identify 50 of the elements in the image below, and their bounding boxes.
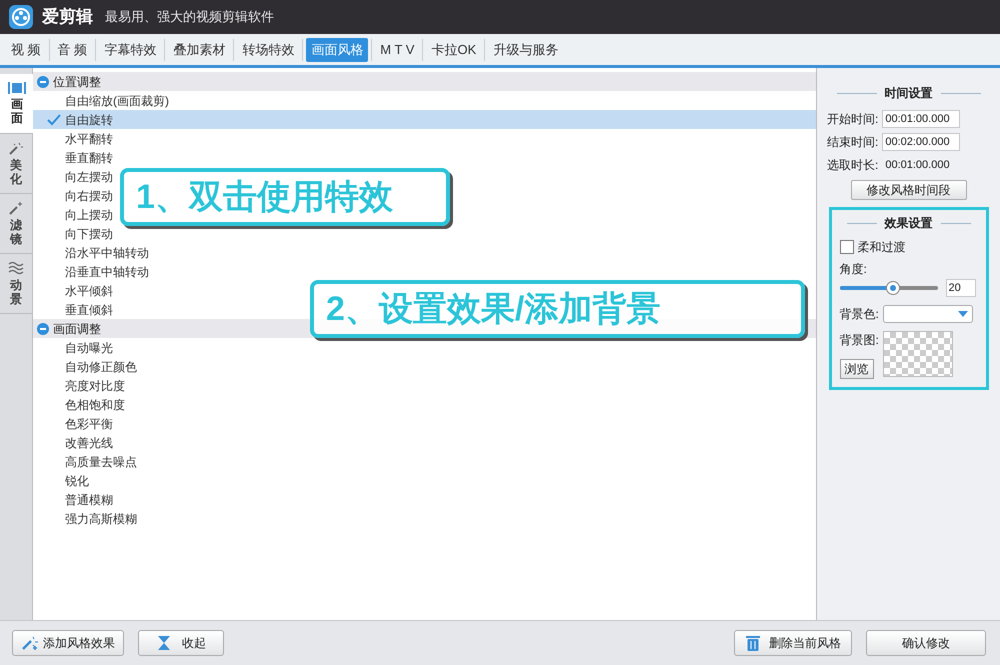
delete-style-button[interactable]: 删除当前风格: [734, 630, 852, 656]
effect-item[interactable]: 自由旋转: [33, 110, 816, 129]
annotation-tooltip: 1、双击使用特效: [120, 168, 450, 226]
tab[interactable]: 升级与服务: [488, 38, 564, 62]
browse-button[interactable]: 浏览: [840, 359, 874, 379]
collapse-button[interactable]: 收起: [138, 630, 224, 656]
field-label: 选取时长:: [827, 157, 878, 174]
collapse-icon: [37, 322, 49, 334]
hourglass-icon: [156, 635, 172, 651]
tab[interactable]: 视 频: [6, 38, 46, 62]
section-title: 时间设置: [884, 85, 932, 102]
start-time-field[interactable]: 00:01:00.000: [882, 110, 960, 128]
tab[interactable]: 字幕特效: [99, 38, 162, 62]
field-label: 背景色:: [840, 306, 879, 323]
checkbox-label: 柔和过渡: [858, 239, 906, 256]
magic-wand-icon: [21, 635, 39, 651]
checkmark-icon: [47, 114, 61, 126]
app-logo-icon: [8, 4, 34, 30]
confirm-button[interactable]: 确认修改: [866, 630, 986, 656]
background-image-preview: [882, 331, 953, 377]
tab[interactable]: 卡拉OK: [426, 38, 482, 62]
color-dropdown[interactable]: [882, 305, 973, 323]
dropdown-arrow-icon: [958, 311, 968, 317]
field-label: 背景图:: [840, 332, 879, 349]
tab[interactable]: 转场特效: [237, 38, 300, 62]
checkbox[interactable]: [840, 240, 854, 254]
annotation-tooltip: 2、设置效果/添加背景: [310, 280, 805, 338]
tab[interactable]: 音 频: [52, 38, 92, 62]
magic-wand-icon: [8, 201, 24, 216]
trash-icon: [745, 634, 761, 652]
app-name: 爱剪辑: [42, 6, 93, 28]
field-label: 角度:: [840, 261, 868, 278]
slider-thumb[interactable]: [886, 281, 900, 295]
magic-wand-icon: [8, 141, 24, 156]
app-subtitle: 最易用、强大的视频剪辑软件: [105, 8, 274, 26]
end-time-field[interactable]: 00:02:00.000: [882, 133, 960, 151]
modify-time-button[interactable]: 修改风格时间段: [850, 180, 966, 200]
wave-icon: [8, 261, 24, 276]
duration-value: 00:01:00.000: [884, 158, 950, 173]
tab[interactable]: 叠加素材: [168, 38, 230, 62]
group-header[interactable]: 位置调整: [33, 72, 816, 91]
section-title: 效果设置: [884, 215, 932, 232]
panel-icon: [8, 82, 26, 94]
collapse-icon: [37, 76, 49, 88]
angle-field[interactable]: 20: [946, 279, 976, 297]
side-tab[interactable]: 画面: [0, 74, 34, 134]
tab[interactable]: M T V: [375, 38, 420, 62]
add-effect-button[interactable]: 添加风格效果: [12, 630, 124, 656]
field-label: 结束时间:: [827, 134, 878, 151]
field-label: 开始时间:: [827, 111, 878, 128]
